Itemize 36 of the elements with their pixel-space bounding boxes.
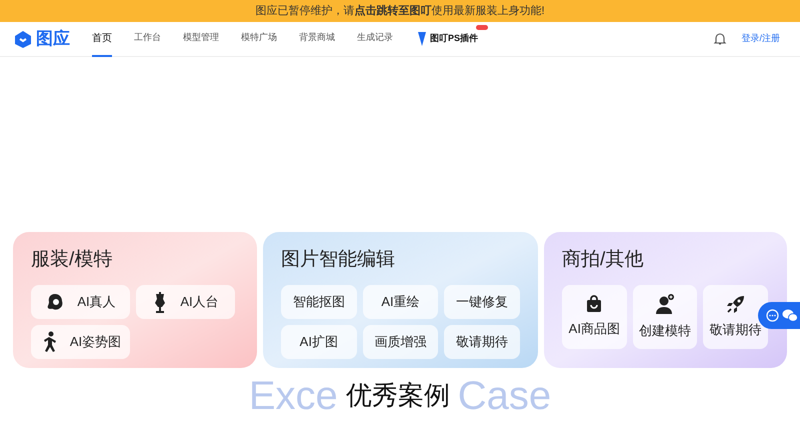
logo-text[interactable]: 图应 bbox=[36, 26, 70, 52]
bell-icon[interactable] bbox=[713, 32, 728, 46]
section-title: 优秀案例 bbox=[346, 382, 450, 408]
feature-button[interactable]: 智能抠图 bbox=[281, 284, 357, 318]
feature-button[interactable]: AI扩图 bbox=[281, 324, 357, 358]
feature-button[interactable]: AI重绘 bbox=[362, 284, 438, 318]
card-title: 商拍/其他 bbox=[562, 248, 644, 272]
feature-button[interactable]: AI真人 bbox=[31, 284, 130, 318]
card-title: 服装/模特 bbox=[31, 248, 114, 272]
nav-tab[interactable]: 背景商城 bbox=[299, 22, 335, 56]
logo-icon bbox=[12, 30, 34, 48]
feature-button[interactable]: 敬请期待 bbox=[703, 284, 768, 348]
new-badge bbox=[476, 25, 488, 30]
nav-tab[interactable]: 首页 bbox=[92, 22, 112, 56]
shopping-bag-icon bbox=[585, 294, 604, 313]
login-link[interactable]: 登录/注册 bbox=[741, 32, 780, 46]
feature-button[interactable]: 一键修复 bbox=[444, 284, 520, 318]
woman-head-icon bbox=[45, 292, 66, 312]
nav-link[interactable]: 图叮PS插件 bbox=[430, 32, 478, 46]
feature-button[interactable]: AI姿势图 bbox=[31, 324, 130, 358]
nav-tab[interactable]: 工作台 bbox=[134, 22, 161, 56]
feature-button[interactable]: 创建模特 bbox=[632, 284, 698, 348]
section-background-text: Exce bbox=[248, 376, 338, 416]
rocket-icon bbox=[726, 294, 746, 314]
feature-button[interactable]: 画质增强 bbox=[362, 324, 438, 358]
nav-tab[interactable]: 生成记录 bbox=[357, 22, 393, 56]
feature-button[interactable]: AI商品图 bbox=[562, 284, 627, 348]
feature-button[interactable]: AI人台 bbox=[136, 284, 235, 318]
chat-bubble-icon bbox=[766, 309, 779, 322]
feature-button[interactable]: 敬请期待 bbox=[444, 324, 520, 358]
notice-text[interactable]: 图应已暂停维护，请点击跳转至图叮使用最新服装上身功能! bbox=[255, 2, 545, 20]
person-plus-icon bbox=[654, 292, 676, 315]
nav-tab[interactable]: 模型管理 bbox=[183, 22, 219, 56]
section-background-text: Case bbox=[458, 376, 552, 416]
nav-tab[interactable]: 模特广场 bbox=[241, 22, 277, 56]
card-title: 图片智能编辑 bbox=[281, 248, 396, 272]
